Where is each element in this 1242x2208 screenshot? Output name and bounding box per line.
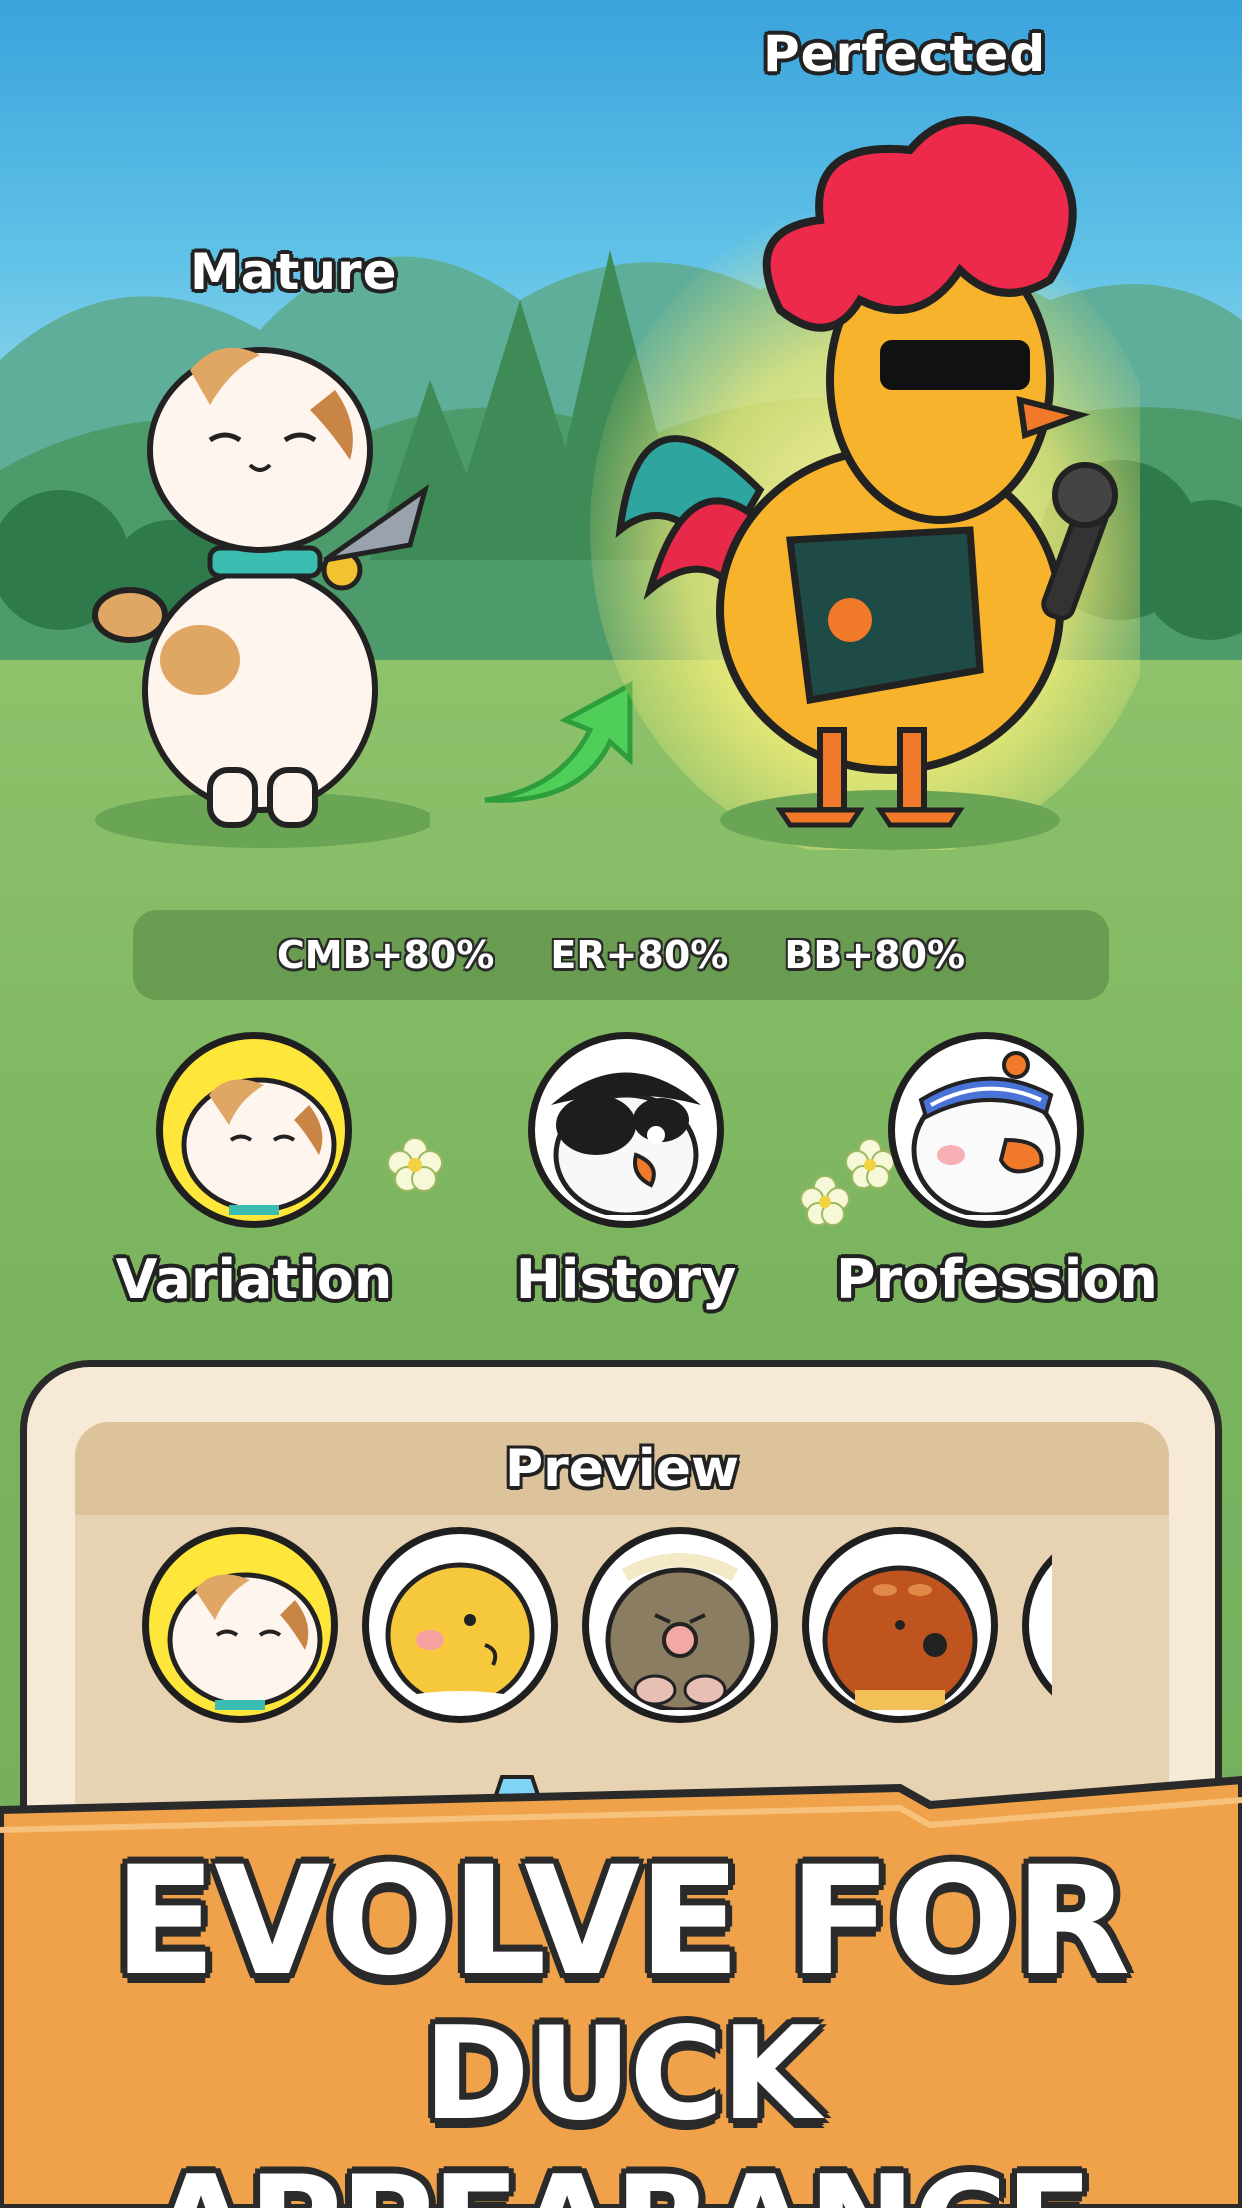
stat-er: ER+80% (550, 933, 729, 977)
stat-bb: BB+80% (784, 933, 966, 977)
option-profession[interactable]: Profession (836, 1032, 1158, 1311)
game-scene: Mature Perfected CMB+80% ER+80% BB+80% V… (0, 0, 1242, 2208)
option-variation[interactable]: Variation (104, 1032, 404, 1311)
option-history-avatar[interactable] (528, 1032, 724, 1228)
dog-avatar-icon (822, 1565, 978, 1710)
preview-item-mole[interactable] (582, 1527, 778, 1723)
option-variation-label: Variation (115, 1248, 393, 1311)
option-profession-avatar[interactable] (888, 1032, 1084, 1228)
stage-label-next: Perfected (763, 25, 1047, 83)
stats-bar: CMB+80% ER+80% BB+80% (133, 910, 1109, 1000)
cat-avatar-icon (167, 1572, 323, 1710)
cat-avatar-icon (181, 1077, 337, 1215)
preview-item-cat[interactable] (142, 1527, 338, 1723)
option-variation-avatar[interactable] (156, 1032, 352, 1228)
preview-list[interactable] (142, 1527, 1052, 1727)
partial-avatar-icon (1035, 1540, 1052, 1710)
preview-header: Preview (75, 1422, 1169, 1515)
stage-label-current: Mature (190, 243, 398, 301)
pirate-duck-avatar-icon (551, 1072, 701, 1215)
headband-duck-avatar-icon (911, 1051, 1061, 1215)
option-profession-label: Profession (836, 1248, 1158, 1311)
chick-avatar-icon (385, 1562, 535, 1710)
option-history[interactable]: History (476, 1032, 776, 1311)
option-history-label: History (515, 1248, 737, 1311)
stat-cmb: CMB+80% (276, 933, 495, 977)
preview-item-partial[interactable] (1022, 1527, 1052, 1723)
cat-character-icon (92, 347, 430, 848)
preview-item-dog[interactable] (802, 1527, 998, 1723)
preview-title: Preview (504, 1438, 740, 1499)
headline-line1: EVOLVE FOR (113, 1835, 1131, 2009)
headline-line2: DUCK APPEARANCE (151, 2000, 1092, 2208)
rooster-character-icon (590, 116, 1140, 850)
mole-avatar-icon (605, 1553, 755, 1710)
preview-item-chick[interactable] (362, 1527, 558, 1723)
